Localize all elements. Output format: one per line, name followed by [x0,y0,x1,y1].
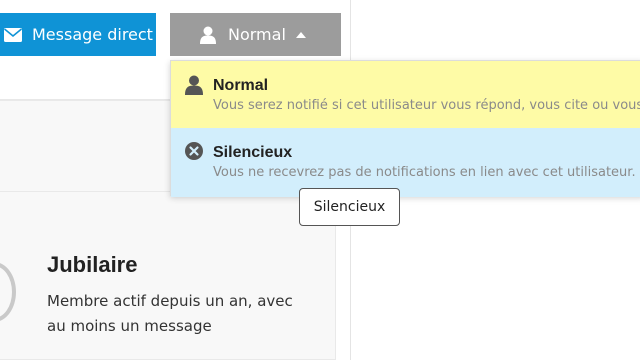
menu-item-title: Normal [213,77,269,94]
notification-level-menu: Normal Vous serez notifié si cet utilisa… [170,60,640,197]
tooltip: Silencieux [299,188,400,226]
menu-item-description: Vous ne recevrez pas de notifications en… [213,165,636,180]
times-circle-icon [185,142,203,160]
menu-item-description: Vous serez notifié si cet utilisateur vo… [213,98,640,113]
caret-up-icon [295,31,306,38]
envelope-icon [4,27,22,42]
direct-message-label: Message direct [32,25,153,44]
badge-title: Jubilaire [47,252,138,277]
badge-description: Membre actif depuis un an, avec au moins… [47,292,293,335]
direct-message-button[interactable]: Message direct [0,13,156,56]
notification-level-dropdown[interactable]: Normal [170,13,341,56]
menu-item-title: Silencieux [213,144,293,161]
user-icon [200,26,216,44]
user-icon [185,75,203,95]
menu-item-normal[interactable]: Normal Vous serez notifié si cet utilisa… [171,61,640,128]
notification-level-label: Normal [228,25,286,44]
menu-item-silencieux[interactable]: Silencieux Vous ne recevrez pas de notif… [171,128,640,197]
